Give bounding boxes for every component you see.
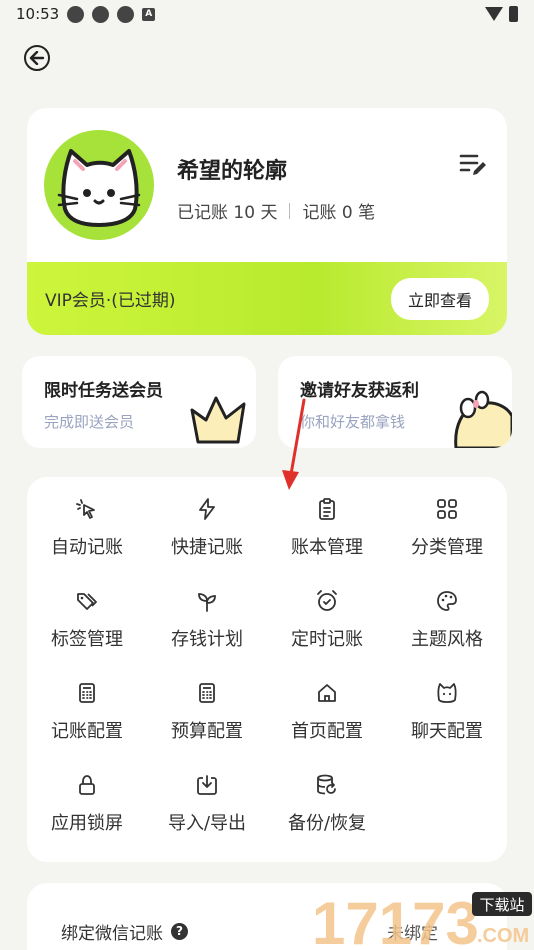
database-restore-icon (317, 774, 336, 795)
grid-item-scheduled-record[interactable]: 定时记账 (267, 585, 387, 661)
site-watermark: 17173 下载站 .COM (312, 890, 532, 950)
grid-item-backup-restore[interactable]: 备份/恢复 (267, 769, 387, 845)
grid-item-tag-manage[interactable]: 标签管理 (27, 585, 147, 661)
grid-item-ledger-manage[interactable]: 账本管理 (267, 493, 387, 569)
tags-icon (77, 593, 97, 610)
grid-item-auto-record[interactable]: 自动记账 (27, 493, 147, 569)
promo-invite-card[interactable]: 邀请好友获返利 你和好友都拿钱 (278, 356, 512, 448)
grid-item-label: 主题风格 (411, 629, 483, 650)
grid-item-home-config[interactable]: 首页配置 (267, 677, 387, 753)
feature-grid-card: 自动记账 快捷记账 账本管理 分类管理 标签管理 存钱计划 定时记账 主题风格 … (27, 477, 507, 862)
wechat-binding-label: 绑定微信记账 (61, 924, 163, 944)
home-icon (318, 684, 336, 702)
account-stats: 已记账 10 天 记账 0 笔 (177, 198, 375, 223)
red-annotation-arrow (282, 398, 306, 490)
watermark-badge: 下载站 (479, 896, 524, 914)
days-recorded: 已记账 10 天 (177, 203, 278, 223)
edit-list-icon[interactable] (459, 152, 487, 178)
download-box-icon (197, 775, 217, 795)
crown-icon (190, 396, 246, 444)
promo-subtitle: 完成即送会员 (44, 413, 135, 431)
app-notification-icon (67, 5, 85, 23)
grid-item-label: 快捷记账 (171, 537, 243, 558)
view-vip-button[interactable]: 立即查看 (390, 277, 489, 320)
grid-item-label: 账本管理 (291, 537, 363, 558)
feature-grid: 自动记账 快捷记账 账本管理 分类管理 标签管理 存钱计划 定时记账 主题风格 … (27, 493, 507, 845)
grid-item-quick-record[interactable]: 快捷记账 (147, 493, 267, 569)
grid-icon (437, 499, 457, 519)
grid-item-budget-config[interactable]: 预算配置 (147, 677, 267, 753)
grid-item-app-lock[interactable]: 应用锁屏 (27, 769, 147, 845)
grid-item-label: 预算配置 (171, 721, 243, 742)
calculator-icon (199, 683, 215, 703)
grid-item-label: 定时记账 (291, 629, 363, 650)
grid-item-import-export[interactable]: 导入/导出 (147, 769, 267, 845)
pointer-click-icon (76, 499, 95, 519)
cat-avatar-icon (57, 149, 141, 227)
grid-item-saving-plan[interactable]: 存钱计划 (147, 585, 267, 661)
app-notification-icon (92, 5, 110, 23)
grid-item-label: 备份/恢复 (287, 813, 367, 834)
grid-item-label: 记账配置 (51, 721, 123, 742)
grid-item-label: 分类管理 (411, 537, 483, 558)
promo-task-card[interactable]: 限时任务送会员 完成即送会员 (22, 356, 256, 448)
calculator-icon (79, 683, 95, 703)
status-bar: 10:53 A (0, 0, 534, 28)
grid-item-record-config[interactable]: 记账配置 (27, 677, 147, 753)
vip-banner: VIP会员·(已过期) 立即查看 (27, 262, 507, 335)
promo-title: 限时任务送会员 (44, 381, 163, 401)
paw-icon (454, 390, 512, 448)
palette-icon (437, 591, 457, 611)
alarm-clock-icon (317, 590, 337, 611)
clipboard-icon (319, 498, 335, 520)
username: 希望的轮廓 (177, 159, 288, 184)
help-icon[interactable]: ? (171, 923, 188, 940)
promo-subtitle: 你和好友都拿钱 (300, 413, 406, 431)
grid-item-theme-style[interactable]: 主题风格 (387, 585, 507, 661)
grid-item-label: 聊天配置 (411, 721, 483, 742)
watermark-number: 17173 (312, 890, 479, 950)
grid-item-category-manage[interactable]: 分类管理 (387, 493, 507, 569)
watermark-domain: .COM (477, 925, 529, 947)
status-time: 10:53 (16, 5, 60, 23)
arrow-left-icon (29, 51, 45, 65)
vip-status: VIP会员·(已过期) (45, 291, 176, 311)
grid-item-label: 首页配置 (291, 721, 363, 742)
grid-item-label: 标签管理 (51, 629, 123, 650)
app-notification-icon (117, 5, 135, 23)
stats-divider (289, 202, 291, 219)
cat-face-icon (437, 683, 457, 703)
sprout-icon (198, 593, 216, 612)
profile-card: 希望的轮廓 已记账 10 天 记账 0 笔 VIP会员·(已过期) 立即查看 (27, 108, 507, 335)
grid-item-label: 存钱计划 (171, 629, 243, 650)
wechat-binding-row: 绑定微信记账 ? (61, 919, 188, 944)
back-button[interactable] (24, 45, 50, 71)
promo-title: 邀请好友获返利 (300, 381, 419, 401)
lock-icon (79, 775, 95, 795)
a-badge-icon: A (142, 7, 156, 21)
battery-icon (509, 6, 518, 22)
grid-item-label: 自动记账 (51, 537, 123, 558)
wifi-icon (485, 7, 503, 21)
entries-count: 记账 0 笔 (302, 203, 376, 223)
lightning-icon (199, 498, 215, 520)
grid-item-label: 导入/导出 (167, 813, 247, 834)
avatar[interactable] (44, 130, 154, 240)
grid-item-chat-config[interactable]: 聊天配置 (387, 677, 507, 753)
grid-item-label: 应用锁屏 (51, 813, 123, 834)
